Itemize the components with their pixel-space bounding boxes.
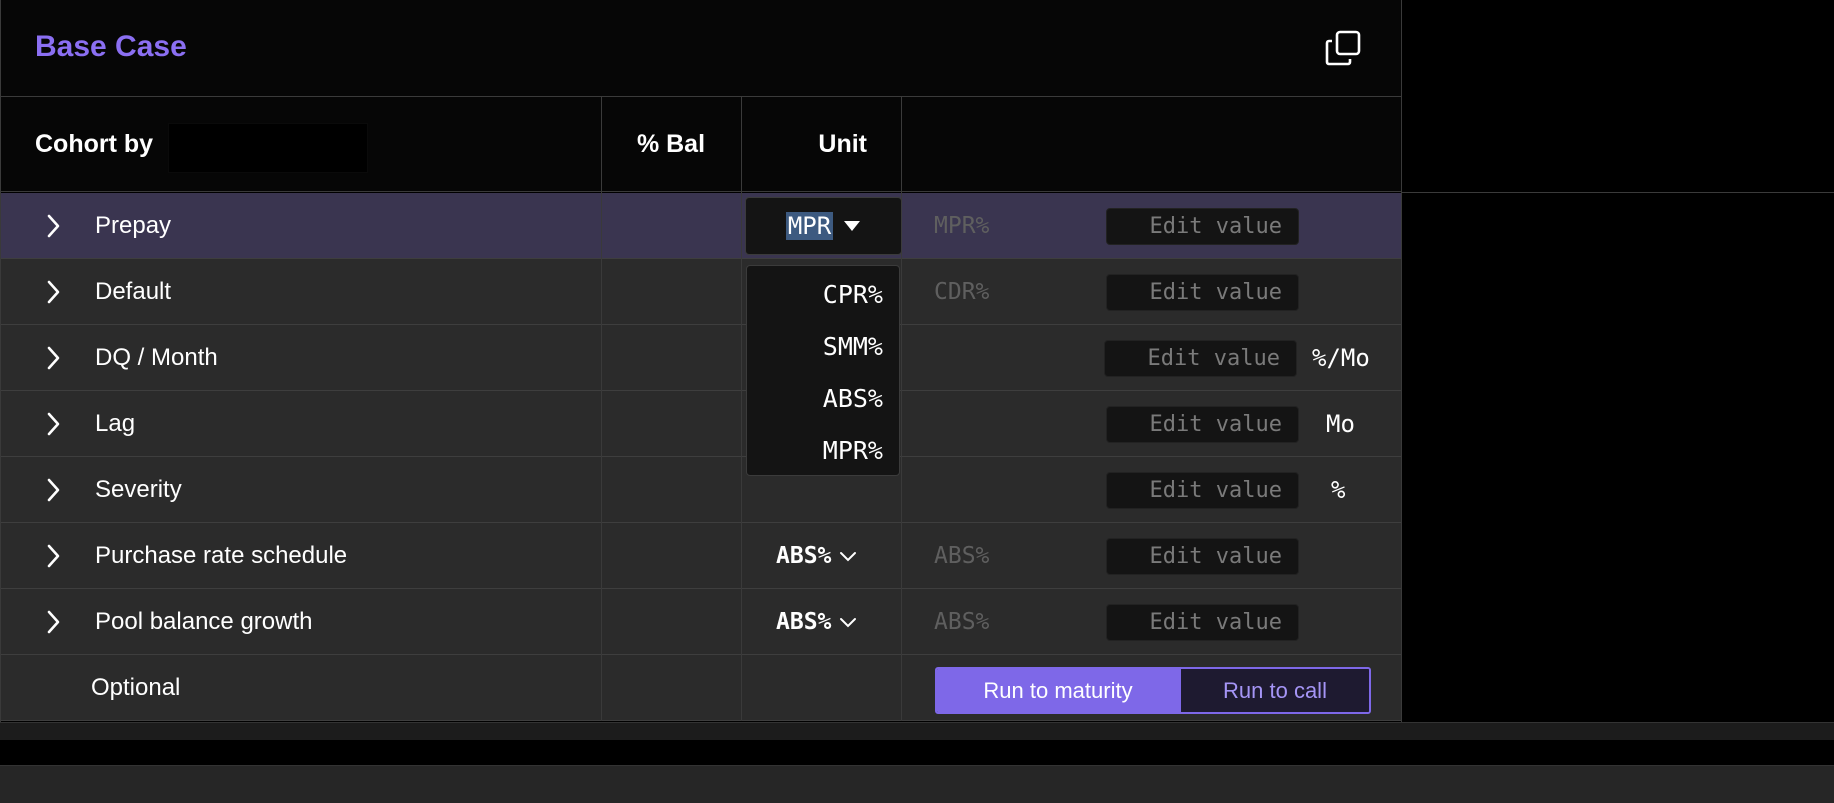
unit-dropdown-value: ABS% (776, 543, 832, 569)
table-row-prepay[interactable]: Prepay MPR% (1, 193, 1401, 259)
table-row-dq-month[interactable]: DQ / Month %/Mo (1, 325, 1401, 391)
edit-value-input[interactable] (1106, 274, 1299, 311)
background-area (1401, 0, 1834, 722)
column-divider (901, 97, 902, 721)
footer-strip (0, 722, 1834, 740)
unit-suffix: %/Mo (1312, 344, 1370, 372)
unit-option-smm[interactable]: SMM% (823, 332, 883, 361)
run-to-maturity-button[interactable]: Run to maturity (937, 669, 1179, 712)
table-row-lag[interactable]: Lag Mo (1, 391, 1401, 457)
row-label: Prepay (95, 212, 172, 239)
copy-icon[interactable] (1325, 30, 1361, 66)
pct-bal-header: % Bal (636, 130, 706, 158)
unit-text: MPR% (934, 213, 990, 239)
row-label: DQ / Month (95, 344, 218, 371)
unit-header: Unit (818, 130, 867, 158)
panel-header: Base Case (1, 0, 1401, 97)
unit-text: ABS% (934, 609, 990, 635)
column-divider (601, 97, 602, 721)
table-row-purchase-rate-schedule[interactable]: Purchase rate schedule ABS% ABS% (1, 523, 1401, 589)
caret-down-icon (844, 221, 861, 231)
unit-option-abs[interactable]: ABS% (823, 384, 883, 413)
run-mode-toggle[interactable]: Run to maturity Run to call (935, 667, 1371, 714)
unit-dropdown-value: ABS% (776, 609, 832, 635)
unit-dropdown[interactable]: ABS% (776, 523, 857, 589)
unit-suffix: Mo (1326, 410, 1355, 438)
scenario-panel: Base Case Cohort by % Bal Unit Prepay MP… (0, 0, 1402, 740)
table-row-severity[interactable]: Severity % (1, 457, 1401, 523)
row-label: Pool balance growth (95, 608, 313, 635)
cohort-by-label: Cohort by (35, 130, 154, 158)
unit-select-value: MPR (785, 212, 834, 240)
unit-text: CDR% (934, 279, 990, 305)
edit-value-input[interactable] (1104, 340, 1297, 377)
chevron-right-icon[interactable] (39, 476, 67, 504)
chevron-right-icon[interactable] (39, 608, 67, 636)
unit-option-cpr[interactable]: CPR% (823, 280, 883, 309)
panel-title: Base Case (35, 30, 187, 63)
divider (1401, 192, 1834, 193)
row-label: Default (95, 278, 172, 305)
row-label: Purchase rate schedule (95, 542, 348, 569)
cohort-by-select[interactable] (168, 123, 368, 173)
chevron-right-icon[interactable] (39, 212, 67, 240)
footer-bar (0, 765, 1834, 803)
table-row-default[interactable]: Default CDR% (1, 259, 1401, 325)
column-divider (741, 97, 742, 721)
edit-value-input[interactable] (1106, 472, 1299, 509)
row-label: Severity (95, 476, 182, 503)
chevron-down-icon (840, 618, 857, 628)
edit-value-input[interactable] (1106, 604, 1299, 641)
row-label: Lag (95, 410, 136, 437)
unit-select-open[interactable]: MPR (745, 197, 902, 255)
table-header: Cohort by % Bal Unit (1, 97, 1401, 192)
edit-value-input[interactable] (1106, 208, 1299, 245)
edit-value-input[interactable] (1106, 406, 1299, 443)
unit-suffix: % (1331, 476, 1346, 504)
run-to-call-button[interactable]: Run to call (1179, 669, 1369, 712)
row-label: Optional (91, 674, 181, 701)
table-row-pool-balance-growth[interactable]: Pool balance growth ABS% ABS% (1, 589, 1401, 655)
chevron-right-icon[interactable] (39, 410, 67, 438)
unit-option-mpr[interactable]: MPR% (823, 436, 883, 465)
unit-dropdown[interactable]: ABS% (776, 589, 857, 655)
chevron-right-icon[interactable] (39, 344, 67, 372)
chevron-right-icon[interactable] (39, 542, 67, 570)
edit-value-input[interactable] (1106, 538, 1299, 575)
chevron-right-icon[interactable] (39, 278, 67, 306)
unit-dropdown-menu: CPR% SMM% ABS% MPR% (746, 265, 900, 476)
unit-text: ABS% (934, 543, 990, 569)
chevron-down-icon (840, 552, 857, 562)
